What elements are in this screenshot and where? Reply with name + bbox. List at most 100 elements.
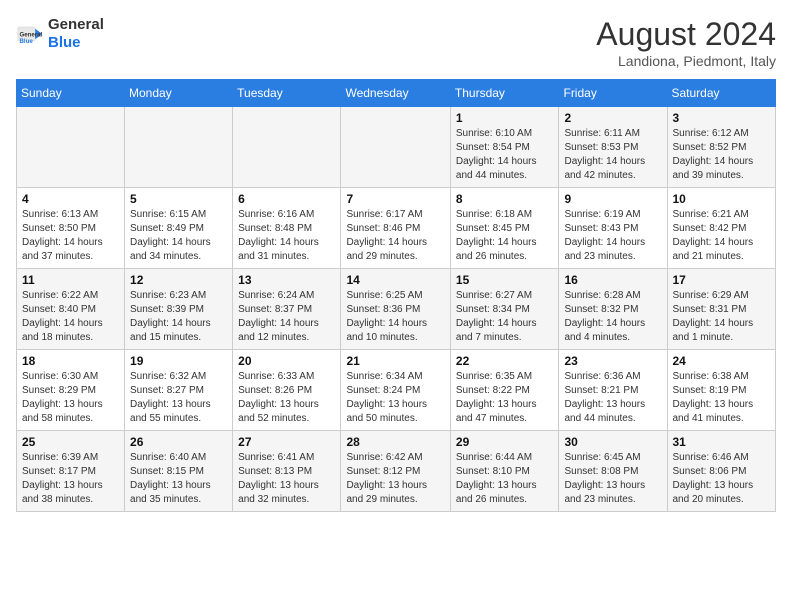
calendar-header-row: SundayMondayTuesdayWednesdayThursdayFrid… <box>17 80 776 107</box>
calendar-day-cell <box>17 107 125 188</box>
day-info: Sunrise: 6:18 AM Sunset: 8:45 PM Dayligh… <box>456 208 554 264</box>
day-number: 31 <box>673 435 771 449</box>
day-number: 28 <box>346 435 444 449</box>
day-info: Sunrise: 6:10 AM Sunset: 8:54 PM Dayligh… <box>456 127 554 183</box>
calendar-day-cell: 27 Sunrise: 6:41 AM Sunset: 8:13 PM Dayli… <box>233 431 341 512</box>
day-number: 5 <box>130 192 227 206</box>
calendar-day-cell: 12 Sunrise: 6:23 AM Sunset: 8:39 PM Dayli… <box>125 269 233 350</box>
day-number: 11 <box>22 273 119 287</box>
day-number: 2 <box>564 111 661 125</box>
day-info: Sunrise: 6:21 AM Sunset: 8:42 PM Dayligh… <box>673 208 771 264</box>
calendar-day-cell: 17Sunrise: 6:29 AM Sunset: 8:31 PM Dayli… <box>667 269 776 350</box>
day-info: Sunrise: 6:42 AM Sunset: 8:12 PM Dayligh… <box>346 451 444 507</box>
month-year: August 2024 <box>596 16 776 53</box>
day-number: 8 <box>456 192 554 206</box>
calendar-day-cell <box>341 107 450 188</box>
header: General Blue General Blue August 2024 La… <box>16 16 776 69</box>
day-header: Thursday <box>450 80 559 107</box>
day-info: Sunrise: 6:25 AM Sunset: 8:36 PM Dayligh… <box>346 289 444 345</box>
calendar-day-cell: 14Sunrise: 6:25 AM Sunset: 8:36 PM Dayli… <box>341 269 450 350</box>
logo-text: General Blue <box>48 16 104 52</box>
day-number: 22 <box>456 354 554 368</box>
calendar-day-cell: 24 Sunrise: 6:38 AM Sunset: 8:19 PM Dayli… <box>667 350 776 431</box>
calendar-day-cell: 23Sunrise: 6:36 AM Sunset: 8:21 PM Dayli… <box>559 350 667 431</box>
day-info: Sunrise: 6:27 AM Sunset: 8:34 PM Dayligh… <box>456 289 554 345</box>
calendar-day-cell: 25 Sunrise: 6:39 AM Sunset: 8:17 PM Dayli… <box>17 431 125 512</box>
calendar-day-cell: 10 Sunrise: 6:21 AM Sunset: 8:42 PM Dayli… <box>667 188 776 269</box>
day-number: 6 <box>238 192 335 206</box>
calendar-day-cell: 29 Sunrise: 6:44 AM Sunset: 8:10 PM Dayli… <box>450 431 559 512</box>
day-number: 10 <box>673 192 771 206</box>
day-info: Sunrise: 6:45 AM Sunset: 8:08 PM Dayligh… <box>564 451 661 507</box>
calendar-day-cell: 8 Sunrise: 6:18 AM Sunset: 8:45 PM Daylig… <box>450 188 559 269</box>
day-number: 9 <box>564 192 661 206</box>
day-header: Tuesday <box>233 80 341 107</box>
calendar-day-cell: 31 Sunrise: 6:46 AM Sunset: 8:06 PM Dayli… <box>667 431 776 512</box>
day-number: 7 <box>346 192 444 206</box>
day-info: Sunrise: 6:12 AM Sunset: 8:52 PM Dayligh… <box>673 127 771 183</box>
day-number: 24 <box>673 354 771 368</box>
day-info: Sunrise: 6:40 AM Sunset: 8:15 PM Dayligh… <box>130 451 227 507</box>
day-info: Sunrise: 6:44 AM Sunset: 8:10 PM Dayligh… <box>456 451 554 507</box>
calendar-day-cell: 28 Sunrise: 6:42 AM Sunset: 8:12 PM Dayli… <box>341 431 450 512</box>
day-info: Sunrise: 6:41 AM Sunset: 8:13 PM Dayligh… <box>238 451 335 507</box>
day-number: 25 <box>22 435 119 449</box>
day-info: Sunrise: 6:17 AM Sunset: 8:46 PM Dayligh… <box>346 208 444 264</box>
day-info: Sunrise: 6:22 AM Sunset: 8:40 PM Dayligh… <box>22 289 119 345</box>
day-info: Sunrise: 6:15 AM Sunset: 8:49 PM Dayligh… <box>130 208 227 264</box>
day-info: Sunrise: 6:34 AM Sunset: 8:24 PM Dayligh… <box>346 370 444 426</box>
day-info: Sunrise: 6:13 AM Sunset: 8:50 PM Dayligh… <box>22 208 119 264</box>
calendar-week-row: 11 Sunrise: 6:22 AM Sunset: 8:40 PM Dayli… <box>17 269 776 350</box>
calendar-day-cell: 18Sunrise: 6:30 AM Sunset: 8:29 PM Dayli… <box>17 350 125 431</box>
calendar-day-cell: 3 Sunrise: 6:12 AM Sunset: 8:52 PM Daylig… <box>667 107 776 188</box>
day-header: Monday <box>125 80 233 107</box>
day-info: Sunrise: 6:32 AM Sunset: 8:27 PM Dayligh… <box>130 370 227 426</box>
day-number: 17 <box>673 273 771 287</box>
day-info: Sunrise: 6:39 AM Sunset: 8:17 PM Dayligh… <box>22 451 119 507</box>
calendar-body: 1 Sunrise: 6:10 AM Sunset: 8:54 PM Daylig… <box>17 107 776 512</box>
calendar-day-cell: 20 Sunrise: 6:33 AM Sunset: 8:26 PM Dayli… <box>233 350 341 431</box>
day-number: 13 <box>238 273 335 287</box>
day-info: Sunrise: 6:30 AM Sunset: 8:29 PM Dayligh… <box>22 370 119 426</box>
day-info: Sunrise: 6:35 AM Sunset: 8:22 PM Dayligh… <box>456 370 554 426</box>
day-number: 23 <box>564 354 661 368</box>
calendar-day-cell: 26Sunrise: 6:40 AM Sunset: 8:15 PM Dayli… <box>125 431 233 512</box>
day-info: Sunrise: 6:23 AM Sunset: 8:39 PM Dayligh… <box>130 289 227 345</box>
calendar-week-row: 4 Sunrise: 6:13 AM Sunset: 8:50 PM Daylig… <box>17 188 776 269</box>
day-number: 3 <box>673 111 771 125</box>
day-header: Friday <box>559 80 667 107</box>
calendar-day-cell: 6 Sunrise: 6:16 AM Sunset: 8:48 PM Daylig… <box>233 188 341 269</box>
day-number: 20 <box>238 354 335 368</box>
day-header: Wednesday <box>341 80 450 107</box>
day-info: Sunrise: 6:33 AM Sunset: 8:26 PM Dayligh… <box>238 370 335 426</box>
location: Landiona, Piedmont, Italy <box>596 53 776 69</box>
day-number: 4 <box>22 192 119 206</box>
day-info: Sunrise: 6:28 AM Sunset: 8:32 PM Dayligh… <box>564 289 661 345</box>
day-info: Sunrise: 6:19 AM Sunset: 8:43 PM Dayligh… <box>564 208 661 264</box>
day-info: Sunrise: 6:46 AM Sunset: 8:06 PM Dayligh… <box>673 451 771 507</box>
day-number: 1 <box>456 111 554 125</box>
calendar-day-cell: 2 Sunrise: 6:11 AM Sunset: 8:53 PM Daylig… <box>559 107 667 188</box>
logo-icon: General Blue <box>16 20 44 48</box>
calendar-day-cell: 1 Sunrise: 6:10 AM Sunset: 8:54 PM Daylig… <box>450 107 559 188</box>
svg-text:Blue: Blue <box>20 38 34 45</box>
logo: General Blue General Blue <box>16 16 104 52</box>
day-info: Sunrise: 6:24 AM Sunset: 8:37 PM Dayligh… <box>238 289 335 345</box>
day-info: Sunrise: 6:38 AM Sunset: 8:19 PM Dayligh… <box>673 370 771 426</box>
day-info: Sunrise: 6:16 AM Sunset: 8:48 PM Dayligh… <box>238 208 335 264</box>
day-number: 30 <box>564 435 661 449</box>
calendar-day-cell: 5 Sunrise: 6:15 AM Sunset: 8:49 PM Daylig… <box>125 188 233 269</box>
day-info: Sunrise: 6:11 AM Sunset: 8:53 PM Dayligh… <box>564 127 661 183</box>
calendar-day-cell: 13 Sunrise: 6:24 AM Sunset: 8:37 PM Dayli… <box>233 269 341 350</box>
day-number: 27 <box>238 435 335 449</box>
day-number: 15 <box>456 273 554 287</box>
day-number: 12 <box>130 273 227 287</box>
day-number: 21 <box>346 354 444 368</box>
calendar-day-cell: 7 Sunrise: 6:17 AM Sunset: 8:46 PM Daylig… <box>341 188 450 269</box>
calendar-week-row: 1 Sunrise: 6:10 AM Sunset: 8:54 PM Daylig… <box>17 107 776 188</box>
calendar-day-cell: 21 Sunrise: 6:34 AM Sunset: 8:24 PM Dayli… <box>341 350 450 431</box>
day-number: 29 <box>456 435 554 449</box>
day-number: 19 <box>130 354 227 368</box>
calendar-day-cell: 9 Sunrise: 6:19 AM Sunset: 8:43 PM Daylig… <box>559 188 667 269</box>
calendar-day-cell: 4 Sunrise: 6:13 AM Sunset: 8:50 PM Daylig… <box>17 188 125 269</box>
